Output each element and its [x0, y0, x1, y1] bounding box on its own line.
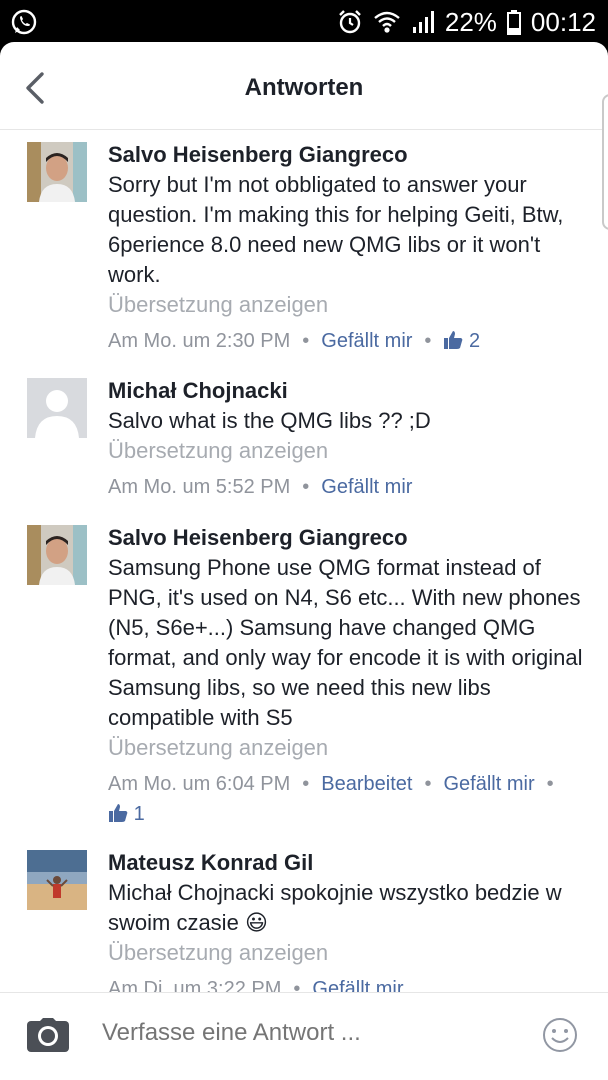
comment-text: Michał Chojnacki spokojnie wszystko bedz… — [108, 880, 562, 935]
whatsapp-icon — [11, 9, 37, 35]
translate-link[interactable]: Übersetzung anzeigen — [108, 290, 588, 320]
comment-author[interactable]: Salvo Heisenberg Giangreco — [108, 523, 588, 553]
comment-meta: Am Mo. um 2:30 PM • Gefällt mir • 2 — [108, 330, 481, 352]
comment-text: Samsung Phone use QMG format instead of … — [108, 555, 583, 730]
clock: 00:12 — [530, 6, 596, 37]
avatar[interactable] — [27, 142, 87, 202]
translate-link[interactable]: Übersetzung anzeigen — [108, 938, 588, 968]
like-thumb-icon — [444, 331, 463, 349]
edited-link[interactable]: Bearbeitet — [321, 773, 412, 795]
comment-text: Sorry but I'm not obbligated to answer y… — [108, 172, 564, 287]
battery-icon — [506, 10, 521, 35]
comment-author[interactable]: Salvo Heisenberg Giangreco — [108, 140, 588, 170]
reply-input[interactable] — [102, 1019, 522, 1047]
comment-meta: Am Mo. um 5:52 PM • Gefällt mir — [108, 476, 413, 498]
like-button[interactable]: Gefällt mir — [321, 330, 412, 352]
avatar[interactable] — [27, 525, 87, 585]
smiley-emoji: 😃 — [244, 910, 268, 935]
comment-time: Am Mo. um 2:30 PM — [108, 330, 291, 352]
smiley-icon[interactable] — [542, 1017, 578, 1053]
like-button[interactable]: Gefällt mir — [312, 978, 403, 992]
like-button[interactable]: Gefällt mir — [321, 476, 412, 498]
like-count: 1 — [133, 803, 145, 825]
translate-link[interactable]: Übersetzung anzeigen — [108, 436, 588, 466]
comment-author[interactable]: Mateusz Konrad Gil — [108, 848, 588, 878]
page-title: Antworten — [244, 74, 364, 101]
reply-composer — [0, 992, 608, 1080]
comment-time: Am Mo. um 6:04 PM — [108, 773, 291, 795]
comment-meta: Am Mo. um 6:04 PM • Bearbeitet • Gefällt mir… — [108, 773, 554, 825]
comment-text: Salvo what is the QMG libs ?? ;D — [108, 408, 431, 433]
translate-link[interactable]: Übersetzung anzeigen — [108, 733, 588, 763]
header: Antworten — [0, 42, 608, 130]
avatar[interactable] — [27, 378, 87, 438]
comment-time: Am Mo. um 5:52 PM — [108, 476, 291, 498]
comment-list: Salvo Heisenberg Giangreco Sorry but I'm… — [0, 130, 608, 992]
status-bar: 22% 00:12 — [0, 0, 608, 42]
avatar[interactable] — [27, 850, 87, 910]
camera-icon[interactable] — [26, 1017, 70, 1053]
battery-percent: 22% — [444, 6, 497, 37]
comment-time: Am Di. um 3:22 PM — [108, 978, 282, 992]
comment-meta: Am Di. um 3:22 PM • Gefällt mir — [108, 974, 588, 992]
like-button[interactable]: Gefällt mir — [443, 773, 534, 795]
alarm-icon — [339, 10, 361, 34]
replies-sheet: Antworten Salvo Heisenberg Giangreco Sor… — [0, 42, 608, 1080]
wifi-icon — [374, 11, 400, 33]
comment-author[interactable]: Michał Chojnacki — [108, 376, 588, 406]
signal-icon — [412, 11, 434, 33]
like-thumb-icon — [109, 804, 128, 822]
like-count: 2 — [469, 330, 481, 352]
